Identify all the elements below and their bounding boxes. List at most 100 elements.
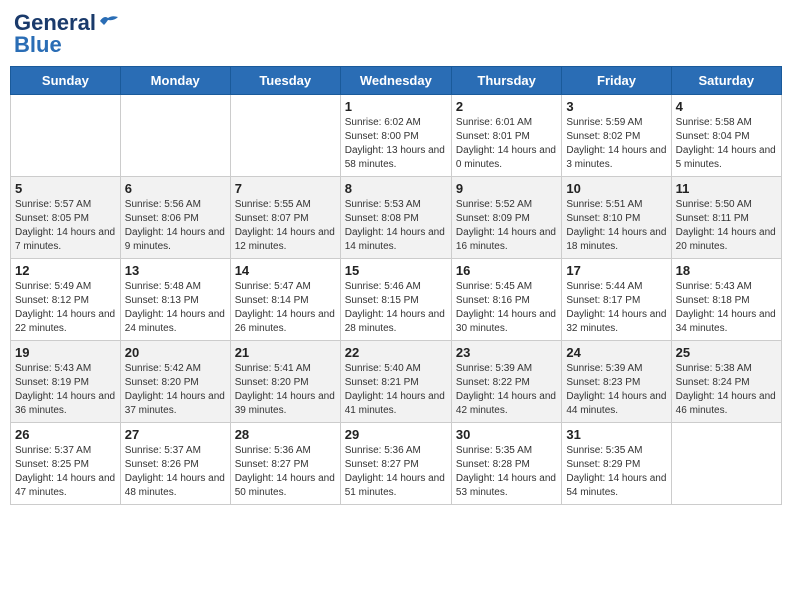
calendar-cell: 31 Sunrise: 5:35 AMSunset: 8:29 PMDayligh… xyxy=(562,423,671,505)
day-number: 17 xyxy=(566,263,666,278)
calendar-cell: 3 Sunrise: 5:59 AMSunset: 8:02 PMDaylight… xyxy=(562,95,671,177)
day-number: 1 xyxy=(345,99,447,114)
day-info: Sunrise: 5:59 AMSunset: 8:02 PMDaylight:… xyxy=(566,116,666,172)
day-number: 4 xyxy=(676,99,777,114)
calendar-cell: 16 Sunrise: 5:45 AMSunset: 8:16 PMDayligh… xyxy=(451,259,561,341)
day-info: Sunrise: 5:37 AMSunset: 8:25 PMDaylight:… xyxy=(15,444,116,500)
day-info: Sunrise: 6:02 AMSunset: 8:00 PMDaylight:… xyxy=(345,116,447,172)
calendar-table: SundayMondayTuesdayWednesdayThursdayFrid… xyxy=(10,66,782,505)
calendar-cell: 10 Sunrise: 5:51 AMSunset: 8:10 PMDayligh… xyxy=(562,177,671,259)
day-number: 18 xyxy=(676,263,777,278)
weekday-header-tuesday: Tuesday xyxy=(230,67,340,95)
calendar-cell: 22Sunrise: 5:40 AMSunset: 8:21 PMDayligh… xyxy=(340,341,451,423)
logo: General Blue xyxy=(14,10,120,58)
day-info: Sunrise: 5:56 AMSunset: 8:06 PMDaylight:… xyxy=(125,198,226,254)
calendar-cell: 26 Sunrise: 5:37 AMSunset: 8:25 PMDayligh… xyxy=(11,423,121,505)
day-number: 12 xyxy=(15,263,116,278)
day-info: Sunrise: 5:43 AMSunset: 8:18 PMDaylight:… xyxy=(676,280,777,336)
day-info: Sunrise: 5:35 AMSunset: 8:28 PMDaylight:… xyxy=(456,444,557,500)
day-number: 14 xyxy=(235,263,336,278)
day-number: 24 xyxy=(566,345,666,360)
day-info: Sunrise: 5:50 AMSunset: 8:11 PMDaylight:… xyxy=(676,198,777,254)
day-info: Sunrise: 5:46 AMSunset: 8:15 PMDaylight:… xyxy=(345,280,447,336)
day-info: Sunrise: 5:36 AMSunset: 8:27 PMDaylight:… xyxy=(345,444,447,500)
calendar-cell: 24 Sunrise: 5:39 AMSunset: 8:23 PMDayligh… xyxy=(562,341,671,423)
logo-bird-icon xyxy=(98,13,120,29)
day-number: 15 xyxy=(345,263,447,278)
calendar-cell: 29Sunrise: 5:36 AMSunset: 8:27 PMDayligh… xyxy=(340,423,451,505)
day-number: 11 xyxy=(676,181,777,196)
calendar-week-3: 12 Sunrise: 5:49 AMSunset: 8:12 PMDayligh… xyxy=(11,259,782,341)
calendar-cell: 2 Sunrise: 6:01 AMSunset: 8:01 PMDaylight… xyxy=(451,95,561,177)
calendar-cell: 28 Sunrise: 5:36 AMSunset: 8:27 PMDayligh… xyxy=(230,423,340,505)
day-info: Sunrise: 5:52 AMSunset: 8:09 PMDaylight:… xyxy=(456,198,557,254)
calendar-cell: 1 Sunrise: 6:02 AMSunset: 8:00 PMDaylight… xyxy=(340,95,451,177)
day-number: 16 xyxy=(456,263,557,278)
calendar-cell: 25Sunrise: 5:38 AMSunset: 8:24 PMDayligh… xyxy=(671,341,781,423)
calendar-cell: 18 Sunrise: 5:43 AMSunset: 8:18 PMDayligh… xyxy=(671,259,781,341)
calendar-cell: 5 Sunrise: 5:57 AMSunset: 8:05 PMDaylight… xyxy=(11,177,121,259)
day-info: Sunrise: 5:53 AMSunset: 8:08 PMDaylight:… xyxy=(345,198,447,254)
day-number: 30 xyxy=(456,427,557,442)
weekday-header-sunday: Sunday xyxy=(11,67,121,95)
day-number: 26 xyxy=(15,427,116,442)
day-number: 5 xyxy=(15,181,116,196)
calendar-cell: 21Sunrise: 5:41 AMSunset: 8:20 PMDayligh… xyxy=(230,341,340,423)
weekday-header-saturday: Saturday xyxy=(671,67,781,95)
day-info: Sunrise: 5:45 AMSunset: 8:16 PMDaylight:… xyxy=(456,280,557,336)
day-info: Sunrise: 5:35 AMSunset: 8:29 PMDaylight:… xyxy=(566,444,666,500)
day-number: 3 xyxy=(566,99,666,114)
page-header: General Blue xyxy=(10,10,782,58)
calendar-cell xyxy=(120,95,230,177)
day-number: 27 xyxy=(125,427,226,442)
day-info: Sunrise: 5:36 AMSunset: 8:27 PMDaylight:… xyxy=(235,444,336,500)
calendar-week-4: 19 Sunrise: 5:43 AMSunset: 8:19 PMDayligh… xyxy=(11,341,782,423)
calendar-cell xyxy=(11,95,121,177)
day-number: 28 xyxy=(235,427,336,442)
weekday-header-monday: Monday xyxy=(120,67,230,95)
calendar-week-1: 1 Sunrise: 6:02 AMSunset: 8:00 PMDaylight… xyxy=(11,95,782,177)
calendar-cell: 4 Sunrise: 5:58 AMSunset: 8:04 PMDaylight… xyxy=(671,95,781,177)
day-info: Sunrise: 5:58 AMSunset: 8:04 PMDaylight:… xyxy=(676,116,777,172)
calendar-cell: 6 Sunrise: 5:56 AMSunset: 8:06 PMDaylight… xyxy=(120,177,230,259)
day-number: 20 xyxy=(125,345,226,360)
day-info: Sunrise: 6:01 AMSunset: 8:01 PMDaylight:… xyxy=(456,116,557,172)
day-number: 6 xyxy=(125,181,226,196)
weekday-header-friday: Friday xyxy=(562,67,671,95)
day-info: Sunrise: 5:51 AMSunset: 8:10 PMDaylight:… xyxy=(566,198,666,254)
day-info: Sunrise: 5:40 AMSunset: 8:21 PMDaylight:… xyxy=(345,362,447,418)
day-info: Sunrise: 5:47 AMSunset: 8:14 PMDaylight:… xyxy=(235,280,336,336)
calendar-cell: 20Sunrise: 5:42 AMSunset: 8:20 PMDayligh… xyxy=(120,341,230,423)
calendar-cell: 14 Sunrise: 5:47 AMSunset: 8:14 PMDayligh… xyxy=(230,259,340,341)
day-info: Sunrise: 5:39 AMSunset: 8:22 PMDaylight:… xyxy=(456,362,557,418)
day-number: 8 xyxy=(345,181,447,196)
calendar-cell: 9 Sunrise: 5:52 AMSunset: 8:09 PMDaylight… xyxy=(451,177,561,259)
calendar-cell xyxy=(230,95,340,177)
calendar-cell: 13Sunrise: 5:48 AMSunset: 8:13 PMDayligh… xyxy=(120,259,230,341)
calendar-cell: 8 Sunrise: 5:53 AMSunset: 8:08 PMDaylight… xyxy=(340,177,451,259)
calendar-cell xyxy=(671,423,781,505)
calendar-cell: 30 Sunrise: 5:35 AMSunset: 8:28 PMDayligh… xyxy=(451,423,561,505)
calendar-week-5: 26 Sunrise: 5:37 AMSunset: 8:25 PMDayligh… xyxy=(11,423,782,505)
day-number: 9 xyxy=(456,181,557,196)
calendar-cell: 19 Sunrise: 5:43 AMSunset: 8:19 PMDayligh… xyxy=(11,341,121,423)
calendar-cell: 27Sunrise: 5:37 AMSunset: 8:26 PMDayligh… xyxy=(120,423,230,505)
calendar-cell: 17 Sunrise: 5:44 AMSunset: 8:17 PMDayligh… xyxy=(562,259,671,341)
day-info: Sunrise: 5:55 AMSunset: 8:07 PMDaylight:… xyxy=(235,198,336,254)
day-info: Sunrise: 5:48 AMSunset: 8:13 PMDaylight:… xyxy=(125,280,226,336)
day-number: 23 xyxy=(456,345,557,360)
day-info: Sunrise: 5:44 AMSunset: 8:17 PMDaylight:… xyxy=(566,280,666,336)
day-number: 25 xyxy=(676,345,777,360)
day-number: 10 xyxy=(566,181,666,196)
day-info: Sunrise: 5:43 AMSunset: 8:19 PMDaylight:… xyxy=(15,362,116,418)
weekday-header-wednesday: Wednesday xyxy=(340,67,451,95)
day-number: 31 xyxy=(566,427,666,442)
day-info: Sunrise: 5:39 AMSunset: 8:23 PMDaylight:… xyxy=(566,362,666,418)
calendar-cell: 7Sunrise: 5:55 AMSunset: 8:07 PMDaylight… xyxy=(230,177,340,259)
calendar-cell: 12 Sunrise: 5:49 AMSunset: 8:12 PMDayligh… xyxy=(11,259,121,341)
day-info: Sunrise: 5:57 AMSunset: 8:05 PMDaylight:… xyxy=(15,198,116,254)
day-number: 19 xyxy=(15,345,116,360)
day-info: Sunrise: 5:49 AMSunset: 8:12 PMDaylight:… xyxy=(15,280,116,336)
day-number: 21 xyxy=(235,345,336,360)
day-number: 2 xyxy=(456,99,557,114)
